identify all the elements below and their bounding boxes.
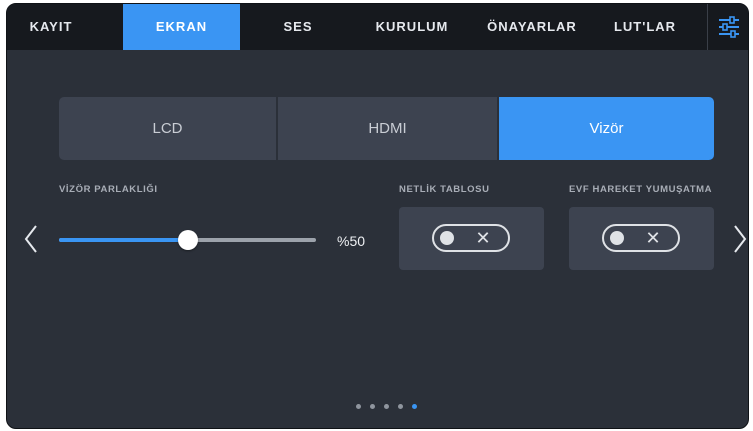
tab-ses[interactable]: SES xyxy=(266,4,330,50)
brightness-value: %50 xyxy=(337,233,366,249)
page-dot[interactable] xyxy=(384,404,389,409)
x-icon: ✕ xyxy=(475,228,491,248)
evf-motion-card: ✕ xyxy=(569,207,714,270)
focus-chart-label: NETLİK TABLOSU xyxy=(399,184,490,195)
tab-ekran[interactable]: EKRAN xyxy=(123,4,240,50)
brightness-slider[interactable] xyxy=(59,230,316,250)
tab-kurulum[interactable]: KURULUM xyxy=(362,4,462,50)
tab-kayit[interactable]: KAYIT xyxy=(7,4,95,50)
page-dot[interactable] xyxy=(370,404,375,409)
camera-screen: KAYIT EKRAN SES KURULUM ÖNAYARLAR LUT'LA… xyxy=(6,3,749,429)
toggle-knob xyxy=(440,231,454,245)
sliders-icon xyxy=(719,16,739,38)
tab-luts[interactable]: LUT'LAR xyxy=(600,4,690,50)
chevron-left-icon[interactable] xyxy=(23,224,39,254)
output-hdmi-button[interactable]: HDMI xyxy=(278,97,497,160)
settings-button[interactable] xyxy=(707,4,748,50)
brightness-label: VİZÖR PARLAKLIĞI xyxy=(59,184,158,195)
evf-motion-label: EVF HAREKET YUMUŞATMA xyxy=(569,184,713,195)
focus-chart-toggle[interactable]: ✕ xyxy=(432,224,510,252)
page-dot[interactable] xyxy=(412,404,417,409)
output-lcd-button[interactable]: LCD xyxy=(59,97,276,160)
brightness-slider-fill xyxy=(59,238,188,242)
focus-chart-card: ✕ xyxy=(399,207,544,270)
page-dot[interactable] xyxy=(398,404,403,409)
x-icon: ✕ xyxy=(645,228,661,248)
tab-onayarlar[interactable]: ÖNAYARLAR xyxy=(477,4,587,50)
evf-motion-toggle[interactable]: ✕ xyxy=(602,224,680,252)
page-dot[interactable] xyxy=(356,404,361,409)
toggle-knob xyxy=(610,231,624,245)
output-viewfinder-button[interactable]: Vizör xyxy=(499,97,714,160)
tab-bar: KAYIT EKRAN SES KURULUM ÖNAYARLAR LUT'LA… xyxy=(7,4,748,50)
chevron-right-icon[interactable] xyxy=(732,224,748,254)
brightness-slider-thumb[interactable] xyxy=(177,230,198,250)
